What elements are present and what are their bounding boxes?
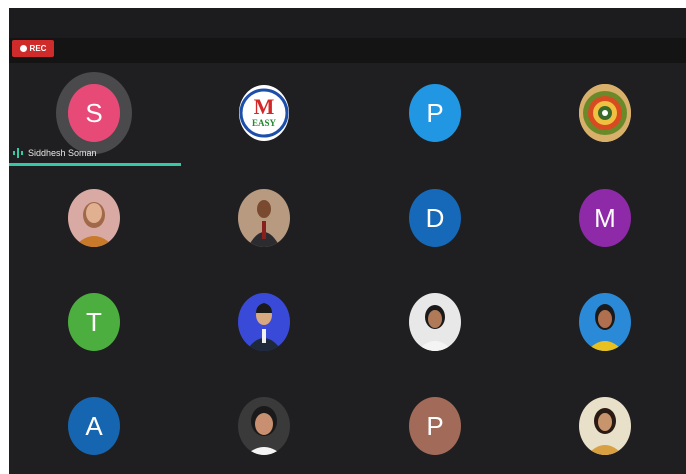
participant-tile[interactable]: D <box>350 168 520 268</box>
participant-tile[interactable]: M <box>520 168 686 268</box>
avatar-initial-p: P <box>409 84 461 142</box>
logo-letter: M <box>254 94 275 119</box>
avatar-initial: D <box>425 202 445 233</box>
avatar-initial: P <box>426 97 444 128</box>
recording-strip <box>9 38 686 63</box>
avatar-initial: P <box>426 410 444 441</box>
participant-tile[interactable]: A <box>9 376 179 474</box>
recording-label: REC <box>29 44 47 53</box>
speaker-name-tag: Siddhesh Soman <box>13 148 97 158</box>
man-photo <box>238 189 290 247</box>
avatar-initial-p: P <box>409 397 461 455</box>
woman-photo <box>579 397 631 455</box>
avatar-initial-m: M <box>579 189 631 247</box>
participant-tile[interactable]: P <box>350 376 520 474</box>
avatar-initial: S <box>85 97 103 128</box>
participant-tile[interactable]: P <box>350 63 520 163</box>
avatar-initial: M <box>594 202 616 233</box>
participant-tile[interactable] <box>179 376 349 474</box>
participant-tile[interactable] <box>350 272 520 372</box>
top-bar <box>9 8 686 38</box>
audio-level-icon <box>13 148 23 158</box>
woman-photo <box>409 293 461 351</box>
participant-tile[interactable] <box>520 63 686 163</box>
avatar-initial: T <box>86 306 102 337</box>
avatar-initial: A <box>85 410 103 441</box>
recording-badge[interactable]: REC <box>12 40 54 57</box>
man-photo <box>238 293 290 351</box>
participant-tile[interactable] <box>179 168 349 268</box>
woman-photo <box>579 293 631 351</box>
avatar-initial-s: S <box>68 84 120 142</box>
avatar-initial-d: D <box>409 189 461 247</box>
logo-text: EASY <box>252 118 277 128</box>
participant-tile[interactable]: T <box>9 272 179 372</box>
avatar-initial-a: A <box>68 397 120 455</box>
mandala-emblem <box>579 84 631 142</box>
avatar-initial-t: T <box>68 293 120 351</box>
participant-tile[interactable] <box>520 376 686 474</box>
woman-photo <box>238 397 290 455</box>
record-dot-icon <box>19 45 27 52</box>
speaker-name: Siddhesh Soman <box>28 148 97 158</box>
participant-tile[interactable]: M EASY <box>179 63 349 163</box>
woman-photo <box>68 189 120 247</box>
active-speaker-bar <box>9 163 181 166</box>
participant-tile[interactable] <box>179 272 349 372</box>
meeting-window: REC S M EASY P Siddhesh Soman D M T A P <box>9 8 686 474</box>
participant-tile[interactable] <box>9 168 179 268</box>
participant-tile[interactable] <box>520 272 686 372</box>
m-easy-logo: M EASY <box>239 85 289 141</box>
